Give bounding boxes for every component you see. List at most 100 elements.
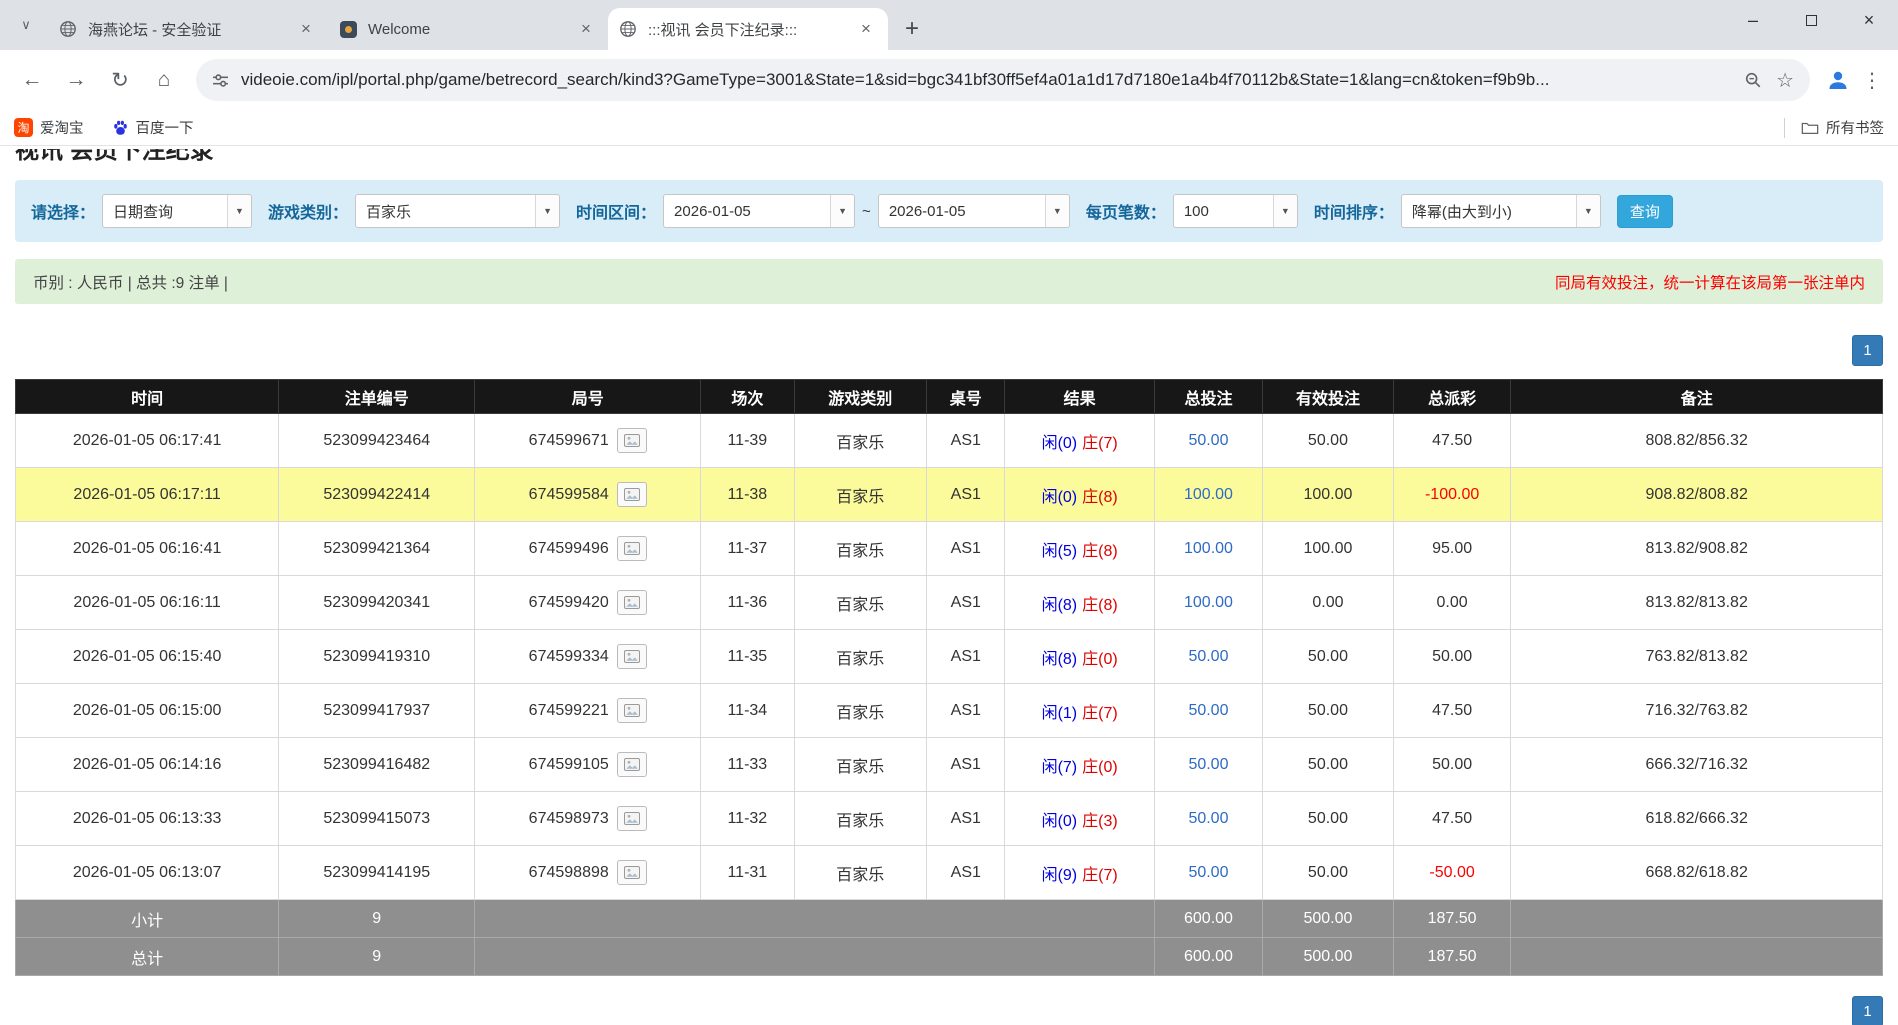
bookmark-taobao[interactable]: 淘 爱淘宝 bbox=[14, 117, 84, 138]
valid-bet-cell: 50.00 bbox=[1263, 792, 1394, 846]
result-banker: 庄(8) bbox=[1082, 489, 1118, 506]
per-page-label: 每页笔数： bbox=[1086, 199, 1166, 223]
site-settings-icon[interactable] bbox=[212, 72, 229, 89]
tab-close-icon[interactable]: × bbox=[574, 17, 598, 41]
tab-search-button[interactable]: ∨ bbox=[12, 11, 40, 39]
result-banker: 庄(0) bbox=[1082, 759, 1118, 776]
result-banker: 庄(8) bbox=[1082, 597, 1118, 614]
summary-note bbox=[1511, 938, 1883, 976]
round-media-icon[interactable] bbox=[617, 644, 647, 669]
tab-title: :::视讯 会员下注纪录::: bbox=[648, 19, 848, 40]
zoom-icon[interactable] bbox=[1744, 71, 1762, 89]
note-cell: 618.82/666.32 bbox=[1511, 792, 1883, 846]
col-header-bet-id: 注单编号 bbox=[279, 380, 475, 414]
minimize-button[interactable]: – bbox=[1724, 0, 1782, 40]
total-bet-link[interactable]: 100.00 bbox=[1154, 576, 1262, 630]
total-bet-link[interactable]: 100.00 bbox=[1154, 468, 1262, 522]
summary-count: 9 bbox=[279, 938, 475, 976]
search-button[interactable]: 查询 bbox=[1617, 195, 1673, 228]
valid-bet-cell: 50.00 bbox=[1263, 738, 1394, 792]
time-cell: 2026-01-05 06:14:16 bbox=[16, 738, 279, 792]
back-icon[interactable]: ← bbox=[12, 60, 52, 100]
pagination-button-bottom[interactable]: 1 bbox=[1852, 996, 1883, 1025]
chevron-down-icon: ▼ bbox=[227, 195, 251, 227]
all-bookmarks-button[interactable]: 所有书签 bbox=[1801, 117, 1884, 138]
bet-records-table: 时间 注单编号 局号 场次 游戏类别 桌号 结果 总投注 有效投注 总派彩 备注… bbox=[15, 379, 1883, 976]
total-bet-link[interactable]: 50.00 bbox=[1154, 630, 1262, 684]
close-window-button[interactable]: × bbox=[1840, 0, 1898, 40]
col-header-payout: 总派彩 bbox=[1393, 380, 1511, 414]
round-cell: 674598973 bbox=[475, 792, 701, 846]
new-tab-button[interactable]: + bbox=[894, 11, 930, 47]
col-header-result: 结果 bbox=[1005, 380, 1154, 414]
bet-record-row: 2026-01-05 06:17:41523099423464674599671… bbox=[16, 414, 1883, 468]
total-bet-link[interactable]: 100.00 bbox=[1154, 522, 1262, 576]
round-media-icon[interactable] bbox=[617, 806, 647, 831]
round-number: 674598898 bbox=[529, 864, 609, 882]
total-bet-link[interactable]: 50.00 bbox=[1154, 792, 1262, 846]
date-mode-select[interactable]: 日期查询 ▼ bbox=[102, 194, 252, 228]
game-type-cell: 百家乐 bbox=[794, 684, 927, 738]
date-from-input[interactable]: 2026-01-05 ▼ bbox=[663, 194, 855, 228]
bet-record-row: 2026-01-05 06:15:00523099417937674599221… bbox=[16, 684, 1883, 738]
table-no-cell: AS1 bbox=[927, 522, 1005, 576]
tab-close-icon[interactable]: × bbox=[294, 17, 318, 41]
forward-icon[interactable]: → bbox=[56, 60, 96, 100]
game-type-cell: 百家乐 bbox=[794, 630, 927, 684]
result-player: 闲(0) bbox=[1042, 813, 1078, 830]
table-no-cell: AS1 bbox=[927, 576, 1005, 630]
bet-record-row: 2026-01-05 06:13:07523099414195674598898… bbox=[16, 846, 1883, 900]
bookmark-baidu[interactable]: 百度一下 bbox=[112, 117, 194, 138]
browser-chrome: ∨ 海燕论坛 - 安全验证 × Welcome × :::视讯 会员下注纪录::… bbox=[0, 0, 1898, 146]
bookmark-star-icon[interactable]: ☆ bbox=[1776, 68, 1794, 93]
round-media-icon[interactable] bbox=[617, 536, 647, 561]
time-cell: 2026-01-05 06:15:00 bbox=[16, 684, 279, 738]
tab-welcome[interactable]: Welcome × bbox=[328, 8, 608, 50]
page-content: 视讯 会员下注纪录 请选择： 日期查询 ▼ 游戏类别： 百家乐 ▼ 时间区间： … bbox=[0, 149, 1898, 1025]
refresh-icon[interactable]: ↻ bbox=[100, 60, 140, 100]
result-cell: 闲(9)庄(7) bbox=[1005, 846, 1154, 900]
maximize-button[interactable] bbox=[1782, 0, 1840, 40]
round-media-icon[interactable] bbox=[617, 482, 647, 507]
total-bet-link[interactable]: 50.00 bbox=[1154, 414, 1262, 468]
tab-close-icon[interactable]: × bbox=[854, 17, 878, 41]
tab-haiyan-forum[interactable]: 海燕论坛 - 安全验证 × bbox=[48, 8, 328, 50]
sort-order-select[interactable]: 降幂(由大到小) ▼ bbox=[1401, 194, 1601, 228]
profile-icon[interactable] bbox=[1826, 68, 1850, 92]
round-cell: 674599221 bbox=[475, 684, 701, 738]
per-page-select[interactable]: 100 ▼ bbox=[1173, 194, 1298, 228]
total-bet-link[interactable]: 50.00 bbox=[1154, 684, 1262, 738]
address-bar[interactable]: videoie.com/ipl/portal.php/game/betrecor… bbox=[196, 59, 1810, 101]
tab-strip: ∨ 海燕论坛 - 安全验证 × Welcome × :::视讯 会员下注纪录::… bbox=[0, 0, 1898, 50]
round-media-icon[interactable] bbox=[617, 752, 647, 777]
home-icon[interactable]: ⌂ bbox=[144, 60, 184, 100]
url-text[interactable]: videoie.com/ipl/portal.php/game/betrecor… bbox=[241, 70, 1732, 90]
sort-order-label: 时间排序： bbox=[1314, 199, 1394, 223]
game-type-cell: 百家乐 bbox=[794, 468, 927, 522]
valid-bet-cell: 50.00 bbox=[1263, 414, 1394, 468]
round-media-icon[interactable] bbox=[617, 860, 647, 885]
game-type-label: 游戏类别： bbox=[268, 199, 348, 223]
date-to-input[interactable]: 2026-01-05 ▼ bbox=[878, 194, 1070, 228]
chevron-down-icon: ▼ bbox=[1045, 195, 1069, 227]
game-type-select[interactable]: 百家乐 ▼ bbox=[355, 194, 560, 228]
globe-icon bbox=[58, 19, 78, 39]
pagination-button-top[interactable]: 1 bbox=[1852, 335, 1883, 366]
game-type-cell: 百家乐 bbox=[794, 792, 927, 846]
round-wrap: 674599221 bbox=[529, 698, 647, 723]
session-cell: 11-31 bbox=[701, 846, 794, 900]
round-wrap: 674599105 bbox=[529, 752, 647, 777]
session-cell: 11-35 bbox=[701, 630, 794, 684]
round-media-icon[interactable] bbox=[617, 698, 647, 723]
valid-bet-cell: 0.00 bbox=[1263, 576, 1394, 630]
taobao-icon: 淘 bbox=[14, 118, 33, 137]
tab-bet-record[interactable]: :::视讯 会员下注纪录::: × bbox=[608, 8, 888, 50]
summary-note bbox=[1511, 900, 1883, 938]
total-bet-link[interactable]: 50.00 bbox=[1154, 846, 1262, 900]
total-bet-link[interactable]: 50.00 bbox=[1154, 738, 1262, 792]
browser-menu-icon[interactable]: ⋮ bbox=[1858, 68, 1886, 93]
game-type-cell: 百家乐 bbox=[794, 414, 927, 468]
note-cell: 763.82/813.82 bbox=[1511, 630, 1883, 684]
round-media-icon[interactable] bbox=[617, 590, 647, 615]
round-media-icon[interactable] bbox=[617, 428, 647, 453]
